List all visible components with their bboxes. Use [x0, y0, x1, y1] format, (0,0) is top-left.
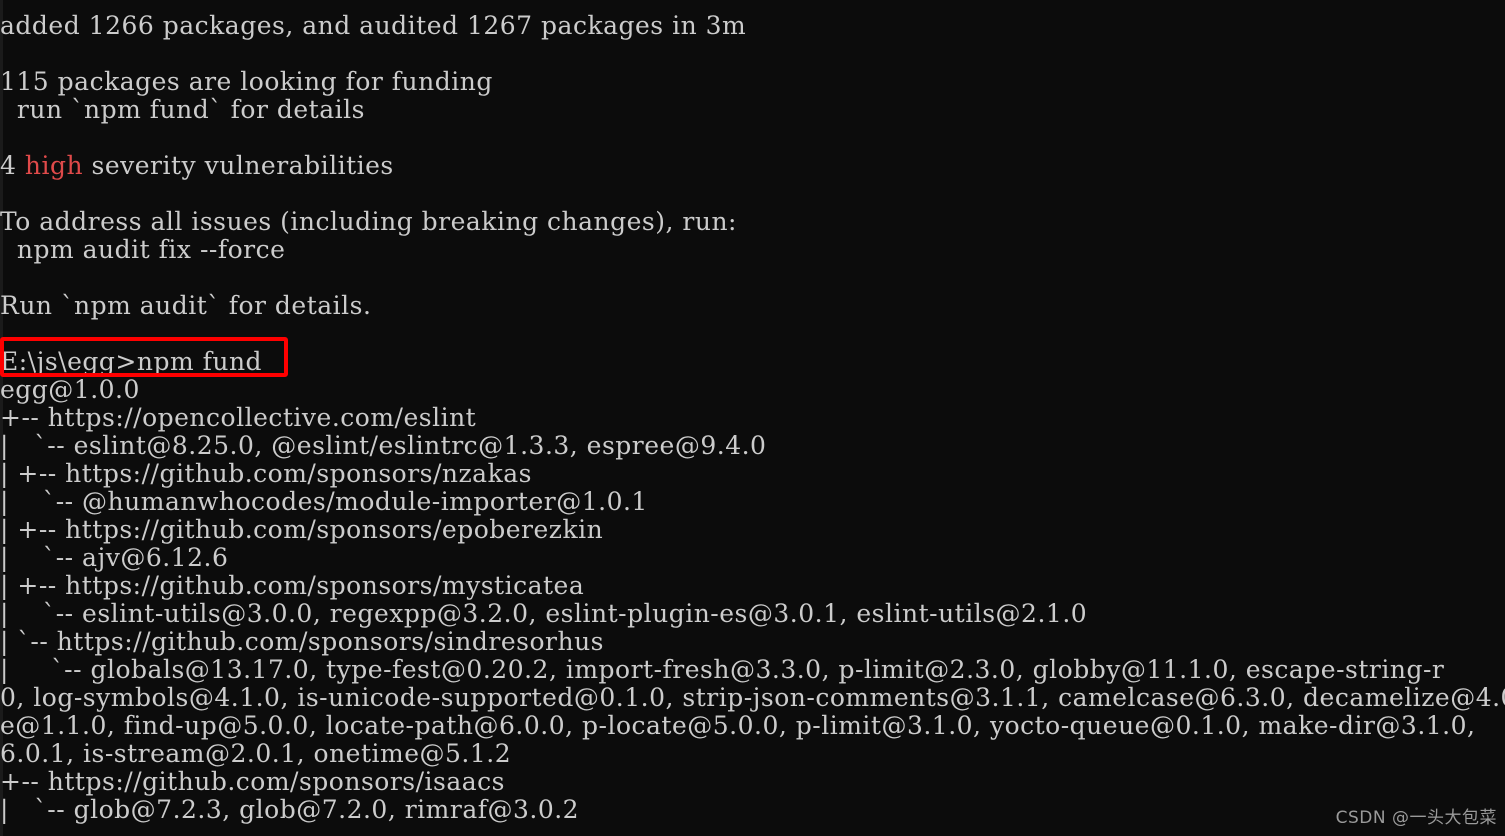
- fund-tree-line: | `-- glob@7.2.3, glob@7.2.0, rimraf@3.0…: [0, 795, 580, 824]
- npm-address-issues-line: To address all issues (including breakin…: [0, 207, 737, 236]
- fund-tree-line: | +-- https://github.com/sponsors/mystic…: [0, 571, 585, 600]
- command-prompt-row[interactable]: E:\js\egg>npm fund: [0, 337, 1505, 377]
- npm-added-packages-line: added 1266 packages, and audited 1267 pa…: [0, 11, 747, 40]
- fund-tree-line: | `-- eslint-utils@3.0.0, regexpp@3.2.0,…: [0, 599, 1088, 628]
- vuln-suffix: severity vulnerabilities: [83, 151, 394, 180]
- fund-tree-line: +-- https://github.com/sponsors/isaacs: [0, 767, 505, 796]
- fund-tree-line: | `-- https://github.com/sponsors/sindre…: [0, 627, 604, 656]
- npm-audit-fix-line: npm audit fix --force: [0, 235, 286, 264]
- console-output: added 1266 packages, and audited 1267 pa…: [0, 12, 1505, 824]
- terminal-window[interactable]: added 1266 packages, and audited 1267 pa…: [0, 0, 1505, 836]
- fund-tree-line: e@1.1.0, find-up@5.0.0, locate-path@6.0.…: [0, 711, 1476, 740]
- fund-tree-line: | +-- https://github.com/sponsors/nzakas: [0, 459, 532, 488]
- npm-vulnerabilities-line: 4 high severity vulnerabilities: [0, 152, 1505, 180]
- fund-root-package: egg@1.0.0: [0, 375, 140, 404]
- fund-tree-line: 6.0.1, is-stream@2.0.1, onetime@5.1.2: [0, 739, 512, 768]
- npm-funding-count-line: 115 packages are looking for funding: [0, 67, 493, 96]
- fund-tree-line: | `-- @humanwhocodes/module-importer@1.0…: [0, 487, 648, 516]
- npm-audit-details-line: Run `npm audit` for details.: [0, 291, 372, 320]
- command-prompt-line[interactable]: E:\js\egg>npm fund: [0, 348, 1505, 376]
- fund-tree-line: | +-- https://github.com/sponsors/epober…: [0, 515, 604, 544]
- fund-tree-line: | `-- ajv@6.12.6: [0, 543, 229, 572]
- fund-tree-line: | `-- globals@13.17.0, type-fest@0.20.2,…: [0, 655, 1445, 684]
- npm-funding-hint-line: run `npm fund` for details: [0, 95, 365, 124]
- fund-tree-line: +-- https://opencollective.com/eslint: [0, 403, 477, 432]
- csdn-watermark: CSDN @一头大包菜: [1335, 808, 1497, 828]
- vuln-severity-label: high: [24, 151, 84, 180]
- fund-tree-line: | `-- eslint@8.25.0, @eslint/eslintrc@1.…: [0, 431, 767, 460]
- vuln-count: 4: [0, 151, 25, 180]
- fund-tree-line: 0, log-symbols@4.1.0, is-unicode-support…: [0, 683, 1505, 712]
